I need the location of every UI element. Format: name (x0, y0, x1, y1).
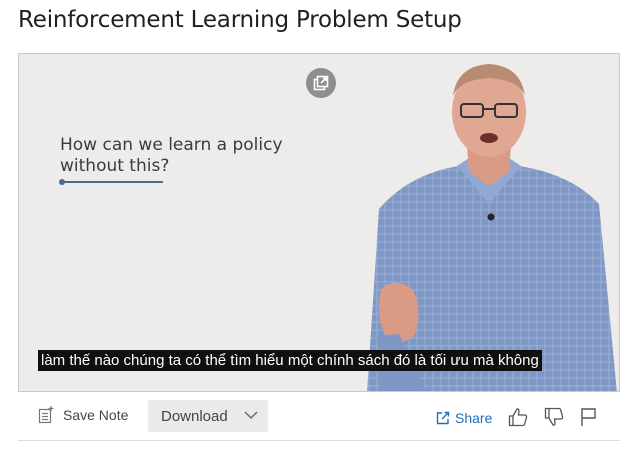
slide-underline (59, 179, 163, 185)
chevron-down-icon (244, 411, 258, 419)
save-note-label: Save Note (63, 407, 129, 423)
thumbs-up-icon[interactable] (508, 407, 528, 427)
popout-icon (313, 75, 329, 91)
divider (18, 440, 620, 441)
save-note-button[interactable]: Save Note (38, 404, 128, 426)
note-icon (38, 406, 54, 424)
presenter-image (367, 64, 617, 391)
slide-text: How can we learn a policy without this? (60, 135, 283, 176)
video-player[interactable]: How can we learn a policy without this? (18, 53, 620, 392)
download-label: Download (161, 407, 228, 425)
share-icon (436, 411, 450, 425)
flag-icon[interactable] (580, 407, 598, 427)
share-button[interactable]: Share (436, 410, 492, 426)
thumbs-down-icon[interactable] (544, 407, 564, 427)
page-title: Reinforcement Learning Problem Setup (18, 7, 462, 33)
share-label: Share (455, 410, 493, 426)
subtitle-caption: làm thế nào chúng ta có thể tìm hiểu một… (38, 350, 542, 371)
download-dropdown[interactable]: Download (148, 400, 268, 432)
popout-button[interactable] (306, 68, 336, 98)
video-toolbar: Save Note Download Share (18, 398, 620, 434)
